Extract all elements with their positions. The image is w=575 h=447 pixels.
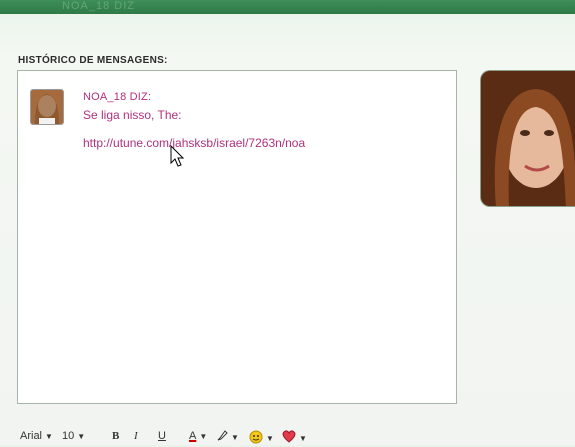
message-text: Se liga nisso, The: (83, 108, 182, 122)
window-title-bar: NOA_18 DIZ (0, 0, 575, 14)
window-title: NOA_18 DIZ (62, 0, 135, 12)
underline-button[interactable]: U (158, 430, 166, 442)
chevron-down-icon: ▼ (199, 431, 208, 441)
font-color-icon: A (189, 430, 197, 442)
chevron-down-icon: ▼ (77, 431, 86, 441)
highlight-pen-icon (217, 430, 228, 444)
chevron-down-icon: ▼ (231, 432, 239, 442)
mouse-cursor-icon (170, 145, 185, 167)
history-heading: HISTÓRICO DE MENSAGENS: (18, 55, 168, 66)
sender-avatar (30, 89, 64, 125)
bold-icon: B (112, 430, 120, 442)
font-size-value: 10 (62, 430, 75, 442)
italic-button[interactable]: I (134, 430, 138, 442)
bold-button[interactable]: B (112, 430, 119, 442)
smiley-icon (249, 430, 263, 447)
font-family-select[interactable]: Arial ▼ (20, 430, 53, 442)
message-sender: NOA_18 DIZ: (83, 91, 152, 103)
font-color-button[interactable]: A ▼ (189, 430, 207, 442)
emoticon-button[interactable]: ▼ (249, 430, 274, 447)
contact-display-picture[interactable] (480, 70, 575, 207)
heart-icon (282, 430, 296, 446)
italic-icon: I (134, 430, 138, 442)
formatting-toolbar: Arial ▼ 10 ▼ B I U A ▼ ▼ ▼ ▼ (14, 426, 575, 445)
underline-icon: U (158, 430, 166, 442)
font-family-value: Arial (20, 430, 43, 442)
highlight-button[interactable]: ▼ (217, 430, 239, 444)
chevron-down-icon: ▼ (299, 433, 307, 443)
message-history-panel[interactable]: NOA_18 DIZ: Se liga nisso, The: http://u… (17, 70, 457, 404)
chevron-down-icon: ▼ (266, 434, 274, 443)
wink-button[interactable]: ▼ (282, 430, 307, 446)
message-link[interactable]: http://utune.com/jahsksb/israel/7263n/no… (83, 136, 305, 150)
font-size-select[interactable]: 10 ▼ (62, 430, 85, 442)
chevron-down-icon: ▼ (45, 431, 53, 441)
